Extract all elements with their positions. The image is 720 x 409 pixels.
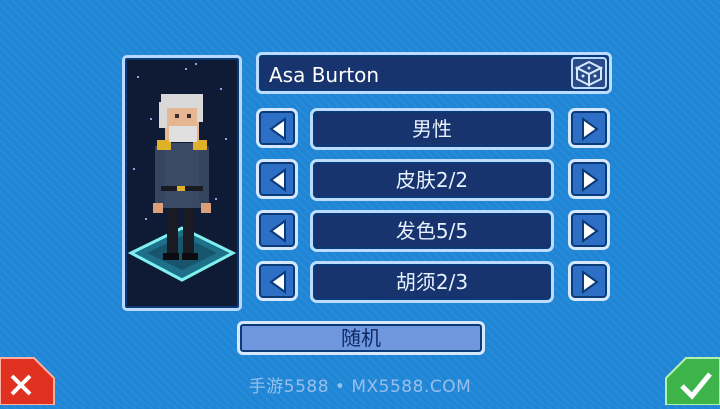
beard-prev-button[interactable] [256,261,298,301]
arrow-right-icon [582,270,599,294]
name-field[interactable]: Asa Burton [256,52,612,94]
gender-option: 男性 [310,108,554,150]
arrow-left-icon [269,219,286,243]
arrow-left-icon [269,168,286,192]
arrow-right-icon [582,117,599,141]
hair-color-option: 发色5/5 [310,210,554,252]
arrow-right-icon [582,168,599,192]
randomize-name-button[interactable] [571,57,607,89]
skin-next-button[interactable] [568,159,610,199]
hair-color-prev-button[interactable] [256,210,298,250]
character-name: Asa Burton [269,63,380,87]
arrow-left-icon [269,117,286,141]
arrow-right-icon [582,219,599,243]
arrow-left-icon [269,270,286,294]
watermark-text: 手游5588 • MX5588.COM [248,377,472,397]
beard-next-button[interactable] [568,261,610,301]
dice-icon [574,60,604,87]
skin-option: 皮肤2/2 [310,159,554,201]
beard-option: 胡须2/3 [310,261,554,303]
hair-color-next-button[interactable] [568,210,610,250]
random-button[interactable]: 随机 [237,321,485,355]
gender-prev-button[interactable] [256,108,298,148]
character-portrait [122,55,242,311]
character-sprite [127,94,237,282]
gender-next-button[interactable] [568,108,610,148]
skin-prev-button[interactable] [256,159,298,199]
